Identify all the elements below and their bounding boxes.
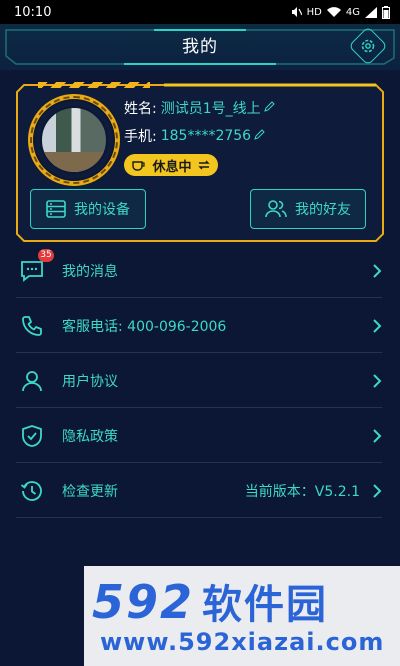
wifi-icon — [326, 6, 341, 17]
menu-label-messages: 我的消息 — [62, 263, 118, 280]
menu-label-user-agreement: 用户协议 — [62, 373, 118, 390]
my-friends-label: 我的好友 — [295, 202, 351, 218]
chevron-right-icon — [366, 318, 382, 334]
signal-label: 4G — [345, 6, 360, 18]
menu-item-user-agreement[interactable]: 用户协议 — [16, 354, 382, 408]
status-icons: HD 4G — [290, 5, 390, 19]
mute-icon — [291, 7, 302, 17]
watermark-logo-number: 592 — [92, 575, 195, 629]
chevron-right-icon — [366, 373, 382, 389]
message-icon: 35 — [16, 248, 54, 287]
watermark-logo-cn: 软件园 — [202, 582, 329, 628]
switch-arrows-icon — [198, 160, 210, 170]
menu-label-privacy-policy: 隐私政策 — [62, 428, 118, 445]
menu-item-service-phone[interactable]: 客服电话: 400-096-2006 — [16, 299, 382, 353]
my-friends-button[interactable]: 我的好友 — [250, 189, 366, 229]
signal-icon — [365, 6, 377, 18]
phone-value: 185****2756 — [160, 128, 252, 144]
menu-label-check-update: 检查更新 — [62, 483, 118, 500]
watermark-url: www.592xiazai.com — [100, 628, 385, 656]
network-label: HD — [306, 6, 322, 18]
friends-icon — [265, 200, 287, 218]
history-icon — [16, 475, 48, 507]
edit-name-icon[interactable] — [263, 100, 275, 116]
page-title: 我的 — [182, 37, 218, 57]
chevron-right-icon — [366, 483, 382, 499]
avatar[interactable] — [28, 94, 120, 186]
device-list-icon — [46, 200, 66, 218]
work-status-toggle[interactable]: 休息中 — [124, 154, 218, 176]
work-status-text: 休息中 — [152, 159, 192, 175]
chevron-right-icon — [366, 263, 382, 279]
name-value: 测试员1号_线上 — [160, 101, 261, 117]
my-devices-label: 我的设备 — [74, 202, 130, 218]
phone-row: 手机: 185****2756 — [124, 126, 265, 146]
battery-icon — [382, 5, 390, 19]
user-icon — [16, 365, 48, 397]
chevron-right-icon — [366, 428, 382, 444]
menu-item-check-update[interactable]: 检查更新 当前版本：V5.2.1 — [16, 464, 382, 518]
coffee-cup-icon — [132, 161, 145, 171]
unread-badge: 35 — [38, 248, 54, 262]
my-devices-button[interactable]: 我的设备 — [30, 189, 146, 229]
menu-item-privacy-policy[interactable]: 隐私政策 — [16, 409, 382, 463]
status-bar: 10:10 HD 4G — [0, 0, 400, 24]
menu-item-messages[interactable]: 35 我的消息 — [16, 244, 382, 298]
profile-card: 姓名: 测试员1号_线上 手机: 185****2756 休息中 我的设备 我的… — [14, 82, 386, 244]
avatar-photo — [40, 106, 108, 174]
site-watermark: 592 软件园 www.592xiazai.com — [84, 566, 400, 666]
app-header: 我的 — [0, 24, 400, 70]
watermark-logo: 592 软件园 — [92, 572, 392, 629]
hazard-stripes — [38, 82, 150, 88]
edit-phone-icon[interactable] — [254, 128, 265, 144]
gear-icon — [361, 39, 375, 53]
shield-check-icon — [16, 420, 48, 452]
phone-icon — [16, 310, 48, 342]
name-row: 姓名: 测试员1号_线上 — [124, 98, 275, 118]
phone-label: 手机: — [124, 129, 157, 145]
current-version-text: 当前版本：V5.2.1 — [244, 483, 360, 500]
name-label: 姓名: — [124, 101, 157, 117]
status-time: 10:10 — [14, 4, 52, 20]
menu-label-service-phone: 客服电话: 400-096-2006 — [62, 318, 227, 335]
